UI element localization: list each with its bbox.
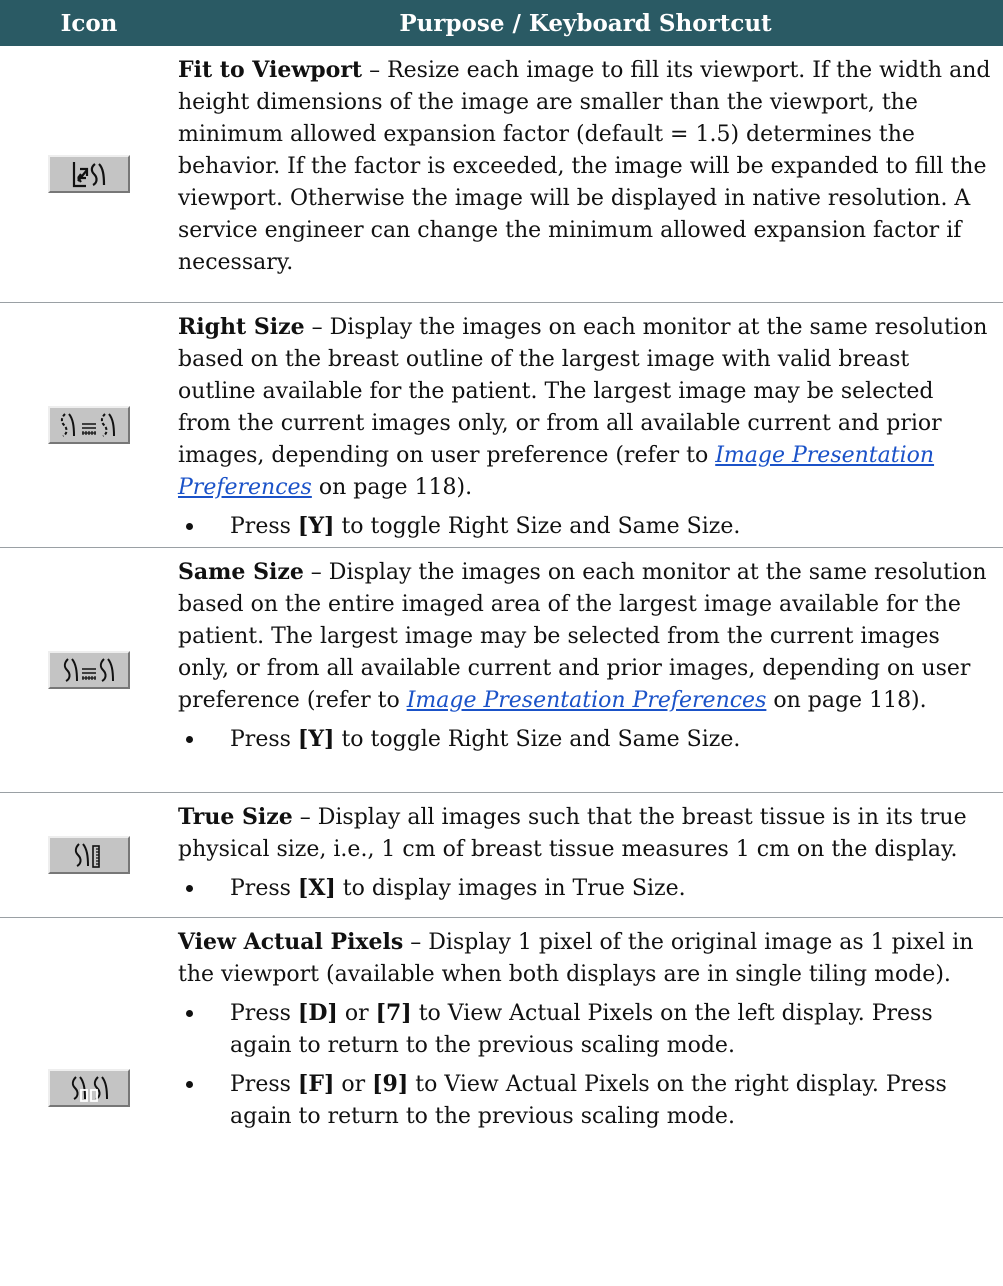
- bullet-text: or: [337, 1001, 376, 1026]
- bullet-text: to display images in True Size.: [335, 876, 686, 901]
- list-item: Press [Y] to toggle Right Size and Same …: [178, 510, 993, 543]
- shortcut-list: Press [Y] to toggle Right Size and Same …: [178, 510, 993, 543]
- term-label: Same Size: [178, 559, 304, 585]
- shortcut-key: [9]: [372, 1071, 409, 1097]
- shortcut-key: [Y]: [297, 726, 335, 752]
- term-label: True Size: [178, 804, 293, 830]
- right-size-icon: [60, 413, 115, 437]
- header-icon: Icon: [60, 9, 118, 37]
- term-label: Right Size: [178, 314, 305, 340]
- same-size-icon: [63, 658, 114, 682]
- row-description: True Size – Display all images such that…: [178, 801, 993, 866]
- shortcut-key: [Y]: [297, 513, 335, 539]
- bullet-text: Press: [230, 727, 298, 752]
- term-label: View Actual Pixels: [178, 929, 404, 955]
- icon-cell: [0, 548, 178, 792]
- purpose-cell: Fit to Viewport – Resize each image to f…: [178, 46, 1003, 302]
- shortcut-list: Press [Y] to toggle Right Size and Same …: [178, 723, 993, 756]
- table-row: View Actual Pixels – Display 1 pixel of …: [0, 918, 1003, 1258]
- header-purpose: Purpose / Keyboard Shortcut: [399, 9, 772, 37]
- bullet-text: or: [334, 1072, 373, 1097]
- list-item: Press [F] or [9] to View Actual Pixels o…: [178, 1068, 993, 1133]
- description-tail: on page 118).: [311, 475, 473, 500]
- bullet-text: to toggle Right Size and Same Size.: [334, 514, 741, 539]
- fit-to-viewport-button[interactable]: [48, 155, 130, 193]
- bullet-text: to toggle Right Size and Same Size.: [334, 727, 741, 752]
- row-description: Fit to Viewport – Resize each image to f…: [178, 54, 993, 279]
- shortcut-key: [7]: [375, 1000, 412, 1026]
- shortcut-key: [D]: [297, 1000, 338, 1026]
- purpose-cell: Right Size – Display the images on each …: [178, 303, 1003, 547]
- row-description: Right Size – Display the images on each …: [178, 311, 993, 504]
- purpose-cell: View Actual Pixels – Display 1 pixel of …: [178, 918, 1003, 1258]
- term-label: Fit to Viewport: [178, 57, 363, 83]
- shortcut-key: [X]: [297, 875, 336, 901]
- table-row: Same Size – Display the images on each m…: [0, 548, 1003, 793]
- row-description: View Actual Pixels – Display 1 pixel of …: [178, 926, 993, 991]
- description-text: – Display all images such that the breas…: [178, 805, 967, 862]
- image-presentation-preferences-link[interactable]: Image Presentation Preferences: [407, 688, 767, 713]
- bullet-text: Press: [230, 1072, 298, 1097]
- right-size-button[interactable]: [48, 406, 130, 444]
- table-row: True Size – Display all images such that…: [0, 793, 1003, 918]
- shortcut-list: Press [D] or [7] to View Actual Pixels o…: [178, 997, 993, 1133]
- description-tail: on page 118).: [766, 688, 927, 713]
- view-actual-pixels-button[interactable]: [48, 1069, 130, 1107]
- shortcut-list: Press [X] to display images in True Size…: [178, 872, 993, 905]
- bullet-text: Press: [230, 514, 298, 539]
- view-actual-pixels-icon: [71, 1076, 108, 1102]
- true-size-icon: [74, 843, 100, 868]
- description-text: – Resize each image to fill its viewport…: [178, 58, 991, 275]
- bullet-text: Press: [230, 1001, 298, 1026]
- icon-cell: [0, 793, 178, 917]
- table-row: Fit to Viewport – Resize each image to f…: [0, 46, 1003, 303]
- purpose-cell: Same Size – Display the images on each m…: [178, 548, 1003, 792]
- icon-cell: [0, 303, 178, 547]
- table-header: Icon Purpose / Keyboard Shortcut: [0, 0, 1003, 46]
- row-description: Same Size – Display the images on each m…: [178, 556, 993, 717]
- shortcut-key: [F]: [297, 1071, 335, 1097]
- purpose-cell: True Size – Display all images such that…: [178, 793, 1003, 917]
- fit-to-viewport-icon: [72, 162, 106, 188]
- tool-reference-table: Icon Purpose / Keyboard Shortcut Fit to …: [0, 0, 1003, 1258]
- icon-cell: [0, 46, 178, 302]
- list-item: Press [X] to display images in True Size…: [178, 872, 993, 905]
- list-item: Press [Y] to toggle Right Size and Same …: [178, 723, 993, 756]
- icon-cell: [0, 918, 178, 1258]
- bullet-text: Press: [230, 876, 298, 901]
- same-size-button[interactable]: [48, 651, 130, 689]
- list-item: Press [D] or [7] to View Actual Pixels o…: [178, 997, 993, 1062]
- table-row: Right Size – Display the images on each …: [0, 303, 1003, 548]
- true-size-button[interactable]: [48, 836, 130, 874]
